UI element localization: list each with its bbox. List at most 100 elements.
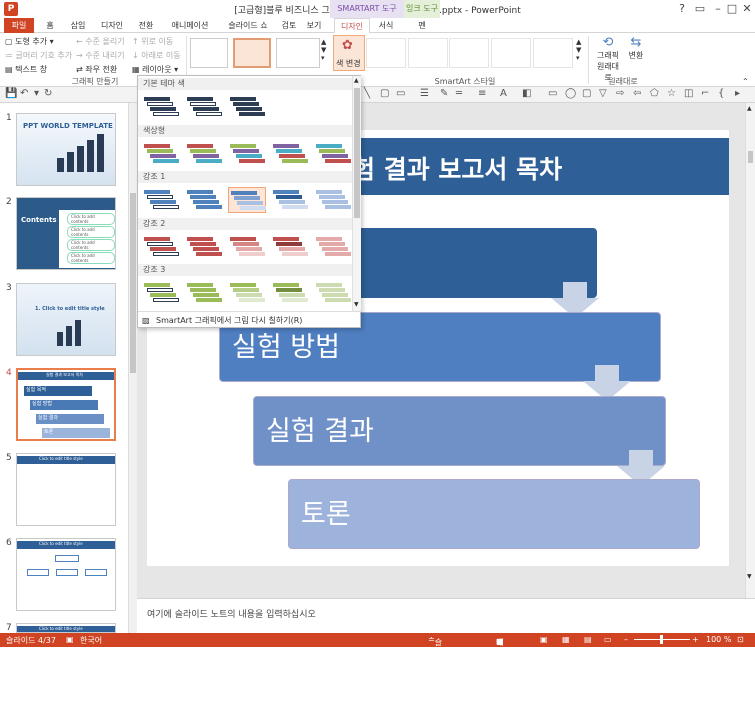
color-variation-option[interactable] (228, 141, 266, 167)
powerpoint-icon[interactable]: P (4, 2, 18, 16)
spellcheck-icon[interactable]: ▣ (66, 635, 74, 644)
arrow-shape-icon[interactable]: ⇨ (616, 88, 624, 99)
redo-icon[interactable]: ↻ (44, 88, 52, 99)
normal-view-icon[interactable]: ▣ (540, 635, 548, 644)
tab-design[interactable]: 디자인 (94, 18, 130, 33)
rectangle-icon[interactable]: ▭ (396, 88, 405, 99)
editor-scrollbar[interactable]: ▲ ▼ (745, 103, 755, 598)
tab-home[interactable]: 홈 (38, 18, 62, 33)
arrow-left-icon[interactable]: ⇦ (633, 88, 641, 99)
color-variation-option[interactable] (314, 141, 352, 167)
tab-review[interactable]: 검토 (278, 18, 300, 33)
line-color-icon[interactable]: ═ (456, 88, 462, 99)
help-button[interactable]: ? (672, 2, 692, 15)
move-down-button[interactable]: ↓ 아래로 이동 (132, 50, 181, 61)
collapse-ribbon-icon[interactable]: ⌃ (742, 77, 749, 86)
star-icon[interactable]: ☆ (667, 88, 676, 99)
brace-icon[interactable]: { (718, 88, 724, 99)
dropdown-scrollbar[interactable]: ▲ ▼ (352, 76, 361, 311)
slideshow-view-icon[interactable]: ▭ (604, 635, 612, 644)
color-variation-option[interactable] (142, 141, 180, 167)
shape-fill-icon[interactable]: ◧ (522, 88, 531, 99)
tab-animations[interactable]: 애니메이션 (162, 18, 218, 33)
color-variation-option[interactable] (142, 234, 180, 260)
language-indicator[interactable]: 한국어 (80, 635, 102, 646)
zoom-in-button[interactable]: + (692, 635, 699, 644)
rounded-rect-icon[interactable]: ▢ (582, 88, 591, 99)
line-tool-icon[interactable]: ╲ (364, 88, 370, 99)
scrollbar-thumb[interactable] (748, 151, 753, 163)
connector-icon[interactable]: ⌐ (701, 88, 709, 99)
convert-button[interactable]: ⇆ 변환 (624, 35, 648, 61)
callout-icon[interactable]: ◫ (684, 88, 693, 99)
pentagon-icon[interactable]: ⬠ (650, 88, 659, 99)
smartart-style-thumb[interactable] (408, 38, 448, 68)
zoom-level[interactable]: 100 % (706, 635, 731, 644)
move-up-button[interactable]: ↑ 위로 이동 (132, 36, 173, 47)
slide-thumb-5[interactable]: Click to edit title style (16, 453, 116, 526)
reading-view-icon[interactable]: ▤ (584, 635, 592, 644)
rectangle-shape-icon[interactable]: ▭ (548, 88, 557, 99)
zoom-slider-thumb[interactable] (660, 635, 663, 644)
color-variation-option[interactable] (185, 234, 223, 260)
add-shape-button[interactable]: ▢ 도형 추가 ▾ (5, 36, 54, 47)
save-icon[interactable]: 💾 (5, 88, 17, 99)
slide-title[interactable]: 험 결과 보고서 목차 (352, 150, 562, 186)
notes-pane[interactable]: 여기에 슬라이드 노트의 내용을 입력하십시오 (137, 598, 755, 633)
color-variation-option[interactable] (185, 94, 223, 120)
scroll-up-icon[interactable]: ▲ (747, 105, 752, 112)
font-color-icon[interactable]: A (500, 88, 507, 99)
align-icon[interactable]: ☰ (420, 88, 429, 99)
color-variation-option[interactable] (271, 141, 309, 167)
color-variation-option[interactable] (185, 141, 223, 167)
tab-format[interactable]: 서식 (372, 18, 400, 33)
tab-transitions[interactable]: 전환 (132, 18, 160, 33)
undo-icon[interactable]: ↶ (20, 88, 28, 99)
tab-pen[interactable]: 펜 (408, 18, 436, 33)
color-variation-option[interactable] (314, 234, 352, 260)
fit-slide-icon[interactable]: ⊡ (737, 635, 744, 644)
smartart-style-thumb[interactable] (449, 38, 489, 68)
color-variation-option[interactable] (142, 187, 180, 213)
outline-icon[interactable]: ≡ (478, 88, 486, 99)
smartart-shape-result[interactable]: 실험 결과 (253, 396, 666, 466)
recolor-pictures-option[interactable]: ▨ SmartArt 그래픽에서 그림 다시 칠하기(R) (138, 311, 362, 329)
slide-thumb-7[interactable]: Click to edit title style (16, 623, 116, 633)
thumbnail-scrollbar[interactable] (128, 103, 137, 633)
oval-shape-icon[interactable]: ◯ (565, 88, 576, 99)
smartart-shape-discussion[interactable]: 토론 (288, 479, 700, 549)
scrollbar-thumb[interactable] (130, 193, 136, 373)
color-variation-option[interactable] (271, 234, 309, 260)
color-variation-option[interactable] (271, 187, 309, 213)
layout-gallery-more[interactable]: ▲ ▼ ▾ (321, 38, 326, 62)
slide-thumb-1[interactable]: PPT WORLD TEMPLATE (16, 113, 116, 186)
color-variation-option[interactable] (228, 187, 266, 213)
tab-insert[interactable]: 삽입 (64, 18, 92, 33)
scrollbar-thumb[interactable] (354, 88, 360, 218)
color-variation-option[interactable] (228, 280, 266, 306)
promote-button[interactable]: ← 수준 올리기 (76, 36, 125, 47)
undo-dropdown-icon[interactable]: ▾ (34, 88, 39, 99)
color-variation-option[interactable] (228, 94, 266, 120)
tab-file[interactable]: 파일 (4, 18, 34, 33)
layout-thumb[interactable] (276, 38, 320, 68)
triangle-icon[interactable]: ▽ (599, 88, 607, 99)
close-button[interactable]: ✕ (737, 2, 755, 15)
shape-icon[interactable]: ▢ (380, 88, 389, 99)
color-variation-option[interactable] (185, 280, 223, 306)
change-colors-button[interactable]: ✿ 색 변경 (333, 35, 365, 71)
smartart-style-thumb[interactable] (491, 38, 531, 68)
color-variation-option[interactable] (228, 234, 266, 260)
color-variation-option[interactable] (314, 187, 352, 213)
text-pane-button[interactable]: ▤ 텍스트 창 (5, 64, 47, 75)
color-variation-option[interactable] (142, 280, 180, 306)
toolbar-more-icon[interactable]: ▸ (735, 88, 740, 99)
scroll-down-icon[interactable]: ▼ (747, 573, 752, 580)
right-to-left-button[interactable]: ⇄ 좌우 전환 (76, 64, 117, 75)
slide-thumb-6[interactable]: Click to edit title style (16, 538, 116, 611)
color-variation-option[interactable] (185, 187, 223, 213)
tab-slideshow[interactable]: 슬라이드 쇼 (220, 18, 276, 33)
slide-thumb-3[interactable]: 1. Click to edit title style (16, 283, 116, 356)
tab-smartart-design[interactable]: 디자인 (334, 18, 370, 34)
tab-view[interactable]: 보기 (302, 18, 326, 33)
